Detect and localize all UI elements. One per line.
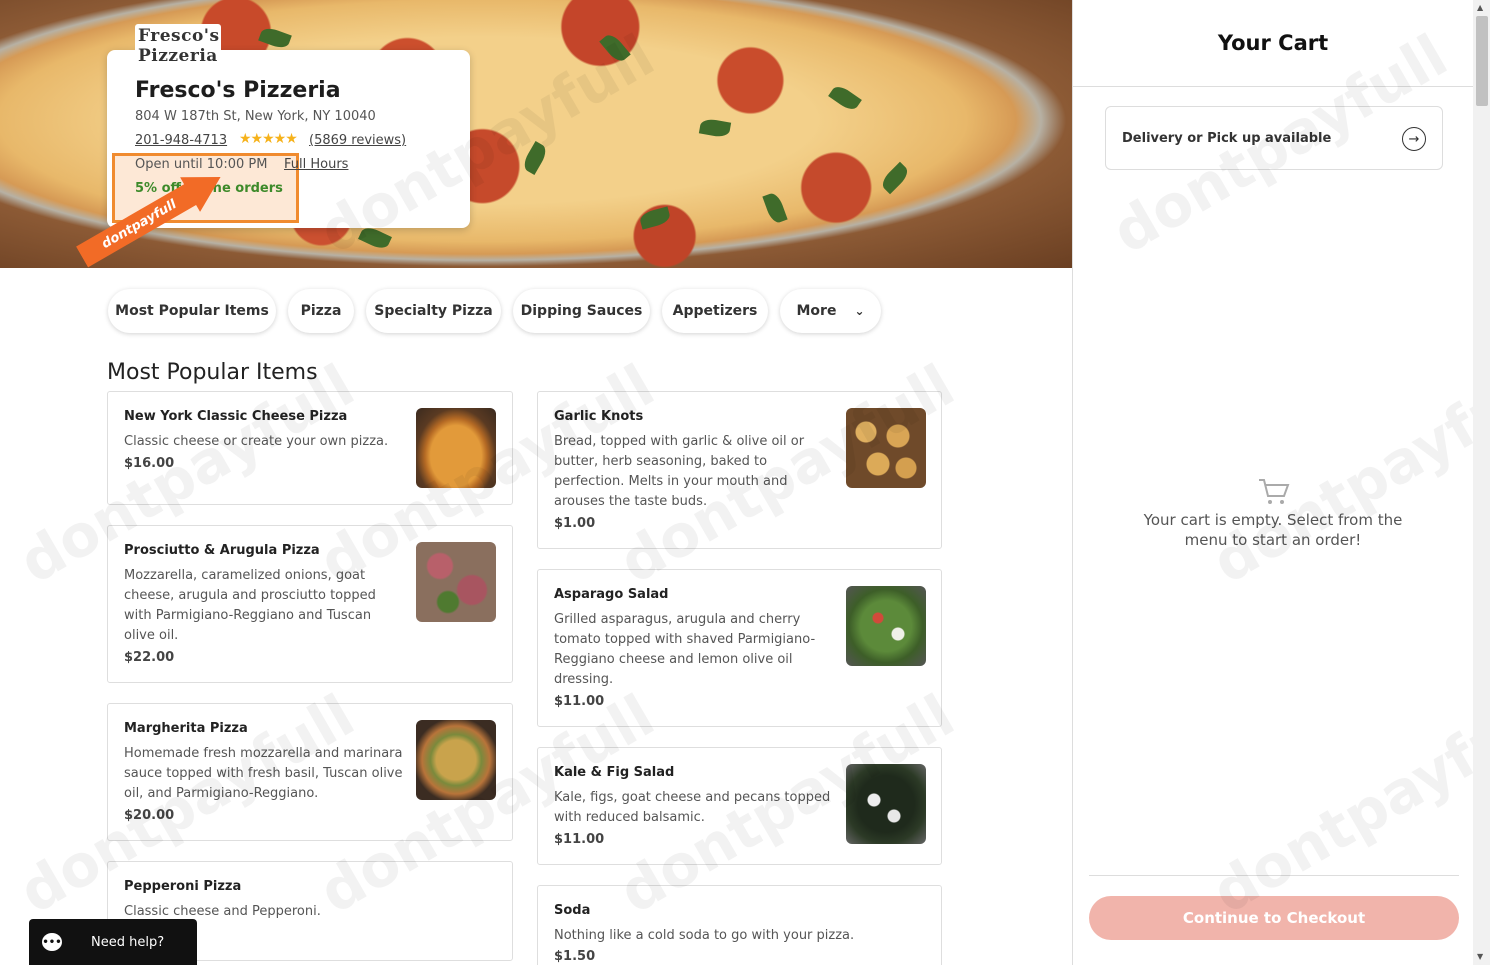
tab-label: More <box>796 303 837 319</box>
logo-line-2: Pizzeria <box>138 46 218 66</box>
cart-divider <box>1073 86 1473 87</box>
menu-item-description: Grilled asparagus, arugula and cherry to… <box>554 612 816 687</box>
menu-item-card[interactable]: Asparago Salad Grilled asparagus, arugul… <box>537 569 942 727</box>
scroll-down-arrow-icon[interactable]: ▼ <box>1477 952 1483 961</box>
watermark: dontpayfull <box>1201 351 1490 597</box>
scrollbar[interactable]: ▲ ▼ <box>1473 0 1490 965</box>
menu-item-name: Soda <box>554 903 591 918</box>
scrollbar-thumb[interactable] <box>1476 16 1488 106</box>
logo-line-1: Fresco's <box>138 26 220 46</box>
tab-more-dropdown[interactable]: More ⌄ <box>780 289 881 333</box>
menu-item-price: $11.00 <box>554 694 605 709</box>
cart-bottom-divider <box>1089 875 1459 876</box>
menu-item-name: Garlic Knots <box>554 409 644 424</box>
delivery-label: Delivery or Pick up available <box>1122 130 1332 146</box>
menu-item-name: New York Classic Cheese Pizza <box>124 409 348 424</box>
menu-item-name: Margherita Pizza <box>124 721 248 736</box>
main-content: Fresco's Pizzeria Fresco's Pizzeria 804 … <box>0 0 1072 965</box>
open-until-text: Open until 10:00 PM <box>135 157 268 172</box>
tab-dipping-sauces[interactable]: Dipping Sauces <box>513 289 650 333</box>
need-help-chat-button[interactable]: ••• Need help? <box>29 919 197 965</box>
menu-item-price: $16.00 <box>124 456 175 471</box>
margherita-pizza-image <box>416 720 496 800</box>
menu-item-description: Bread, topped with garlic & olive oil or… <box>554 434 805 509</box>
tab-label: Dipping Sauces <box>520 303 643 319</box>
reviews-link[interactable]: (5869 reviews) <box>309 133 406 148</box>
menu-item-card[interactable]: Margherita Pizza Homemade fresh mozzarel… <box>107 703 513 841</box>
tab-specialty-pizza[interactable]: Specialty Pizza <box>366 289 501 333</box>
cart-empty-message: Your cart is empty. Select from the menu… <box>1143 511 1403 549</box>
full-hours-link[interactable]: Full Hours <box>284 157 348 172</box>
menu-item-card[interactable]: Prosciutto & Arugula Pizza Mozzarella, c… <box>107 525 513 683</box>
menu-item-price: $11.00 <box>554 832 605 847</box>
tab-most-popular-items[interactable]: Most Popular Items <box>108 289 276 333</box>
menu-item-price: $1.50 <box>554 949 596 964</box>
menu-item-card[interactable]: Kale & Fig Salad Kale, figs, goat cheese… <box>537 747 942 865</box>
chevron-down-icon: ⌄ <box>854 304 865 318</box>
delivery-pickup-selector[interactable]: Delivery or Pick up available → <box>1105 106 1443 170</box>
checkout-label: Continue to Checkout <box>1182 909 1366 927</box>
rating-stars-icon: ★★★★★ <box>239 131 298 147</box>
asparago-salad-image <box>846 586 926 666</box>
menu-item-description: Kale, figs, goat cheese and pecans toppe… <box>554 790 831 825</box>
menu-item-price: $1.00 <box>554 516 596 531</box>
watermark: dontpayfull <box>1201 681 1490 927</box>
garlic-knots-image <box>846 408 926 488</box>
tab-label: Specialty Pizza <box>374 303 493 319</box>
need-help-label: Need help? <box>91 934 165 950</box>
tab-label: Most Popular Items <box>115 303 269 319</box>
cheese-pizza-image <box>416 408 496 488</box>
menu-item-card[interactable]: Garlic Knots Bread, topped with garlic &… <box>537 391 942 549</box>
menu-item-price: $20.00 <box>124 808 175 823</box>
scroll-up-arrow-icon[interactable]: ▲ <box>1477 3 1483 12</box>
menu-item-name: Kale & Fig Salad <box>554 765 675 780</box>
restaurant-name: Fresco's Pizzeria <box>135 78 341 103</box>
phone-link[interactable]: 201-948-4713 <box>135 133 227 148</box>
tab-appetizers[interactable]: Appetizers <box>662 289 768 333</box>
menu-item-price: $22.00 <box>124 650 175 665</box>
menu-item-description: Nothing like a cold soda to go with your… <box>554 928 855 943</box>
menu-item-name: Prosciutto & Arugula Pizza <box>124 543 320 558</box>
menu-item-description: Homemade fresh mozzarella and marinara s… <box>124 746 403 801</box>
cart-panel: Your Cart Delivery or Pick up available … <box>1072 0 1490 965</box>
prosciutto-pizza-image <box>416 542 496 622</box>
shopping-cart-icon <box>1259 479 1290 504</box>
menu-item-card[interactable]: Soda Nothing like a cold soda to go with… <box>537 885 942 965</box>
menu-item-description: Mozzarella, caramelized onions, goat che… <box>124 568 376 643</box>
continue-to-checkout-button[interactable]: Continue to Checkout <box>1089 896 1459 940</box>
menu-item-description: Classic cheese or create your own pizza. <box>124 434 389 449</box>
tab-label: Pizza <box>300 303 342 319</box>
section-title: Most Popular Items <box>107 360 318 385</box>
tab-pizza[interactable]: Pizza <box>288 289 354 333</box>
arrow-right-circle-icon: → <box>1402 127 1426 151</box>
chat-bubble-icon: ••• <box>42 933 62 951</box>
menu-item-name: Asparago Salad <box>554 587 669 602</box>
tab-label: Appetizers <box>672 303 758 319</box>
menu-item-name: Pepperoni Pizza <box>124 879 242 894</box>
restaurant-logo: Fresco's Pizzeria <box>135 24 221 68</box>
cart-title: Your Cart <box>1217 31 1329 55</box>
restaurant-address: 804 W 187th St, New York, NY 10040 <box>135 109 376 124</box>
menu-item-card[interactable]: New York Classic Cheese Pizza Classic ch… <box>107 391 513 505</box>
kale-fig-salad-image <box>846 764 926 844</box>
